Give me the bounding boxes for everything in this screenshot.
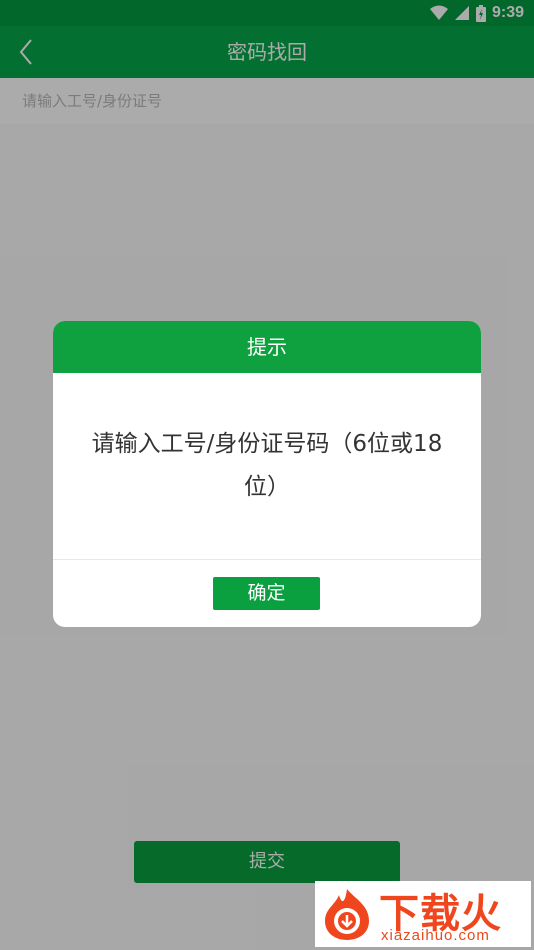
dialog-message-container: 请输入工号/身份证号码（6位或18位） xyxy=(53,373,481,559)
flame-download-logo xyxy=(325,889,369,940)
watermark: 下载火 xiazaihuo.com xyxy=(315,881,531,947)
dialog-title: 提示 xyxy=(53,321,481,373)
dialog-footer: 确定 xyxy=(53,560,481,627)
dialog-message: 请输入工号/身份证号码（6位或18位） xyxy=(91,431,443,500)
alert-dialog: 提示 请输入工号/身份证号码（6位或18位） 确定 xyxy=(53,321,481,627)
watermark-domain: xiazaihuo.com xyxy=(381,927,490,944)
confirm-button[interactable]: 确定 xyxy=(213,577,320,610)
